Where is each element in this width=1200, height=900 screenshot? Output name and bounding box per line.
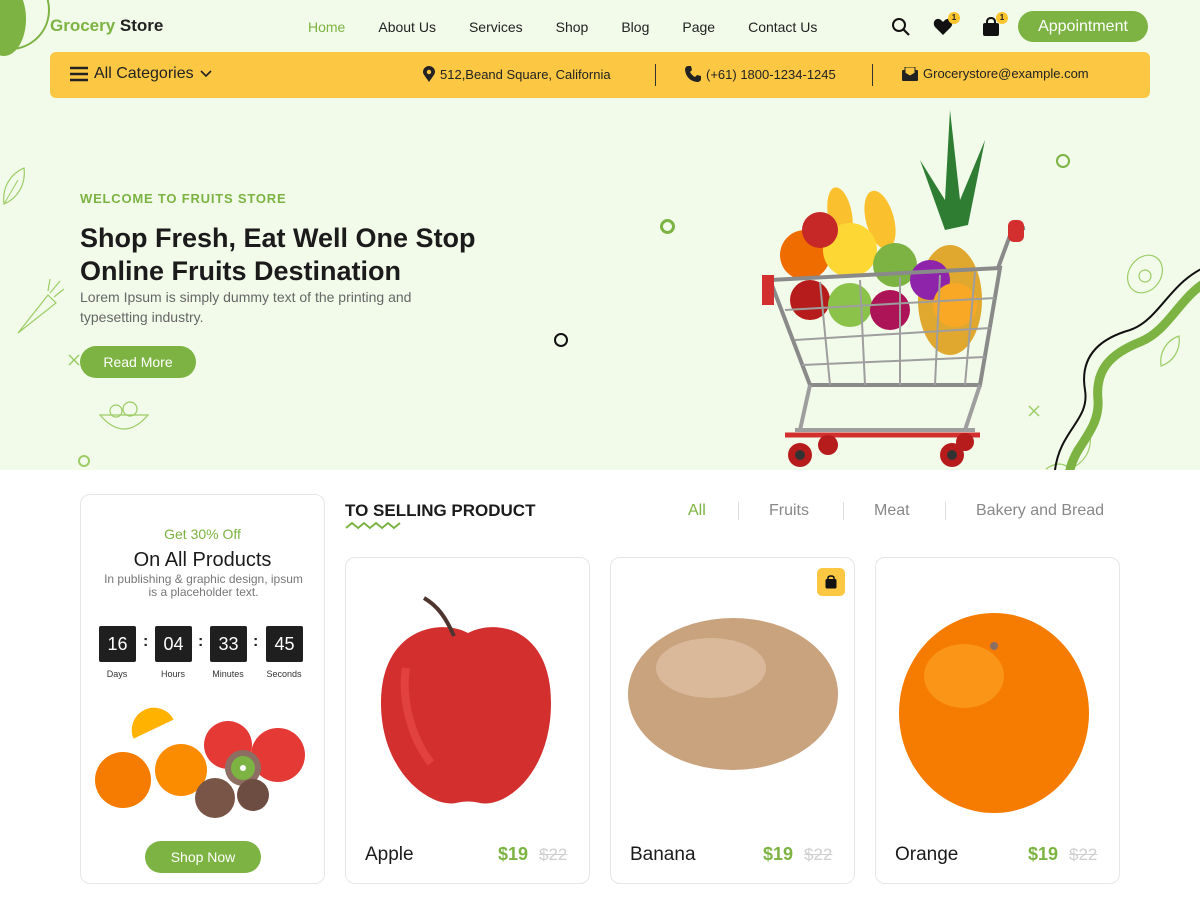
product-name: Banana xyxy=(630,844,696,865)
countdown-days: 16 xyxy=(99,626,136,662)
cart-count-badge: 1 xyxy=(996,12,1008,24)
email-text: Grocerystore@example.com xyxy=(923,66,1089,81)
apple-image xyxy=(381,596,551,804)
logo-text-dark: Store xyxy=(115,16,164,35)
countdown-hours-label: Hours xyxy=(160,669,185,679)
countdown-colon: : xyxy=(198,633,204,650)
hero-description: Lorem Ipsum is simply dummy text of the … xyxy=(80,289,412,325)
decor-ring xyxy=(554,333,568,347)
info-bar: All Categories 512,Beand Square, Califor… xyxy=(50,52,1150,98)
divider xyxy=(945,502,946,520)
nav-home[interactable]: Home xyxy=(308,19,345,35)
orange-image xyxy=(899,613,1089,813)
product-card-apple[interactable]: Apple $19 $22 xyxy=(345,557,590,884)
wishlist-count-badge: 1 xyxy=(948,12,960,24)
countdown-colon: : xyxy=(253,633,259,650)
promo-offer: Get 30% Off xyxy=(164,526,241,542)
hero-headline: Shop Fresh, Eat Well One Stop Online Fru… xyxy=(80,223,476,286)
countdown-hours: 04 xyxy=(155,626,192,662)
filter-tab-fruits[interactable]: Fruits xyxy=(769,502,809,520)
decor-ring xyxy=(1056,154,1070,168)
email-info[interactable]: Grocerystore@example.com xyxy=(902,66,1089,81)
site-logo[interactable]: Grocery Store xyxy=(50,16,163,36)
divider xyxy=(655,64,656,86)
product-name: Apple xyxy=(365,844,414,865)
product-old-price: $22 xyxy=(804,845,833,864)
product-price: $19 xyxy=(763,844,794,864)
nav-blog[interactable]: Blog xyxy=(621,19,649,35)
menu-icon xyxy=(70,66,88,82)
nav-shop[interactable]: Shop xyxy=(556,19,589,35)
hero-eyebrow: WELCOME TO FRUITS STORE xyxy=(80,191,287,206)
carrot-outline-icon xyxy=(17,278,65,334)
nav-about-us[interactable]: About Us xyxy=(378,19,436,35)
add-to-cart-bag-icon[interactable] xyxy=(817,568,845,596)
appointment-button[interactable]: Appointment xyxy=(1018,11,1148,42)
all-categories-dropdown[interactable]: All Categories xyxy=(70,65,212,83)
nav-page[interactable]: Page xyxy=(682,19,715,35)
divider xyxy=(872,64,873,86)
swirl-decoration xyxy=(1054,268,1200,470)
product-card-orange[interactable]: Orange $19 $22 xyxy=(875,557,1120,884)
promo-description: In publishing & graphic design, ipsum is… xyxy=(104,572,303,599)
product-card-banana[interactable]: Banana $19 $22 xyxy=(610,557,855,884)
shop-now-button[interactable]: Shop Now xyxy=(145,841,261,873)
filter-tab-meat[interactable]: Meat xyxy=(874,502,910,520)
categories-label: All Categories xyxy=(94,65,194,82)
cart-bag-icon[interactable]: 1 xyxy=(980,12,1008,38)
phone-text: (+61) 1800-1234-1245 xyxy=(706,66,836,82)
mail-icon xyxy=(902,66,918,81)
nav-contact-us[interactable]: Contact Us xyxy=(748,19,817,35)
section-title: TO SELLING PRODUCT xyxy=(345,501,536,520)
logo-text-green: Grocery xyxy=(50,16,116,35)
bowl-outline-icon xyxy=(98,401,150,430)
countdown-seconds: 45 xyxy=(266,626,303,662)
address-text: 512,Beand Square, California xyxy=(440,66,611,82)
wishlist-heart-icon[interactable]: 1 xyxy=(932,12,960,38)
shopping-cart-fruits-image xyxy=(762,110,1026,467)
chevron-down-icon xyxy=(200,70,212,78)
x-mark-icon xyxy=(68,354,80,366)
decor-ring xyxy=(660,219,675,234)
promo-card: Get 30% Off On All Products In publishin… xyxy=(80,494,325,884)
countdown-seconds-label: Seconds xyxy=(266,669,302,679)
product-old-price: $22 xyxy=(1069,845,1098,864)
address-info: 512,Beand Square, California xyxy=(423,66,611,82)
promo-title: On All Products xyxy=(133,549,272,571)
location-pin-icon xyxy=(423,66,435,82)
top-header: Grocery Store Home About Us Services Sho… xyxy=(0,0,1200,56)
phone-info[interactable]: (+61) 1800-1234-1245 xyxy=(685,66,836,82)
leaf-outline-icon xyxy=(3,167,25,205)
countdown-colon: : xyxy=(143,633,149,650)
countdown-days-label: Days xyxy=(106,669,128,679)
phone-icon xyxy=(685,66,701,82)
product-name: Orange xyxy=(895,844,959,865)
egg-image xyxy=(628,618,838,770)
filter-tab-bakery[interactable]: Bakery and Bread xyxy=(976,502,1104,520)
countdown-timer: 16 Days : 04 Hours : 33 Minutes : 45 Sec… xyxy=(99,626,309,679)
product-price: $19 xyxy=(1028,844,1059,864)
divider xyxy=(738,502,739,520)
decor-ring xyxy=(78,455,90,467)
countdown-minutes: 33 xyxy=(210,626,247,662)
main-nav: Home About Us Services Shop Blog Page Co… xyxy=(308,19,850,35)
divider xyxy=(843,502,844,520)
wave-underline xyxy=(345,521,401,530)
mixed-fruits-image xyxy=(95,705,305,818)
product-old-price: $22 xyxy=(539,845,568,864)
nav-services[interactable]: Services xyxy=(469,19,523,35)
search-icon[interactable] xyxy=(890,16,912,38)
product-price: $19 xyxy=(498,844,529,864)
page: WELCOME TO FRUITS STORE Shop Fresh, Eat … xyxy=(0,0,1200,900)
read-more-button[interactable]: Read More xyxy=(80,346,196,378)
countdown-minutes-label: Minutes xyxy=(212,669,244,679)
filter-tab-all[interactable]: All xyxy=(688,502,706,520)
